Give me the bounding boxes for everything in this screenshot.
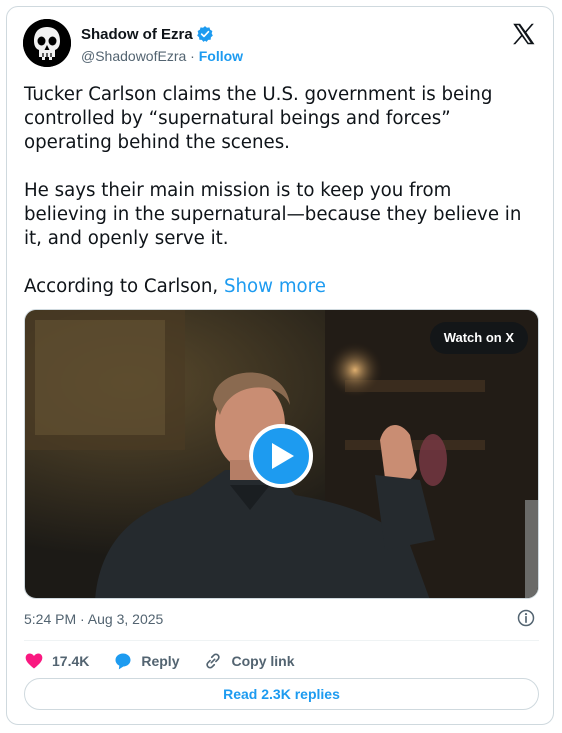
likes-count: 17.4K	[52, 653, 90, 669]
tweet-text: Tucker Carlson claims the U.S. governmen…	[24, 83, 539, 299]
like-button[interactable]: 17.4K	[24, 651, 89, 671]
info-icon[interactable]	[516, 608, 536, 628]
tweet-paragraph-2: He says their main mission is to keep yo…	[24, 180, 522, 249]
x-logo-icon[interactable]	[510, 21, 536, 47]
divider	[24, 640, 539, 641]
author-handle[interactable]: @ShadowofEzra	[81, 48, 186, 64]
tweet-card: Shadow of Ezra @ShadowofEzra · Follow Tu…	[6, 6, 554, 725]
video-player[interactable]: Watch on X	[24, 309, 539, 599]
copy-link-label: Copy link	[231, 653, 295, 669]
heart-icon	[25, 653, 43, 669]
author-handle-row: @ShadowofEzra · Follow	[81, 48, 243, 64]
show-more-link[interactable]: Show more	[224, 276, 326, 297]
avatar[interactable]	[23, 19, 71, 67]
action-bar: 17.4K Reply Copy link	[24, 650, 319, 672]
copy-link-button[interactable]: Copy link	[203, 651, 295, 671]
reply-bubble-icon	[115, 653, 131, 670]
author-display-name[interactable]: Shadow of Ezra	[81, 26, 193, 43]
read-replies-button[interactable]: Read 2.3K replies	[24, 678, 539, 710]
author-name-row: Shadow of Ezra	[81, 25, 214, 43]
skull-logo-icon	[23, 19, 71, 67]
reply-label: Reply	[141, 653, 180, 669]
tweet-timestamp[interactable]: 5:24 PM · Aug 3, 2025	[24, 611, 163, 627]
verified-badge-icon	[196, 26, 213, 42]
play-button[interactable]	[249, 424, 313, 488]
watch-on-x-button[interactable]: Watch on X	[429, 322, 528, 354]
separator-dot: ·	[186, 48, 199, 64]
tweet-paragraph-1: Tucker Carlson claims the U.S. governmen…	[24, 84, 493, 153]
link-icon	[206, 653, 221, 669]
tweet-truncated-text: According to Carlson,	[24, 276, 224, 297]
tweet-paragraph-3: According to Carlson, Show more	[24, 275, 539, 299]
play-icon	[272, 443, 294, 469]
reply-button[interactable]: Reply	[113, 651, 179, 671]
follow-button[interactable]: Follow	[199, 48, 243, 64]
